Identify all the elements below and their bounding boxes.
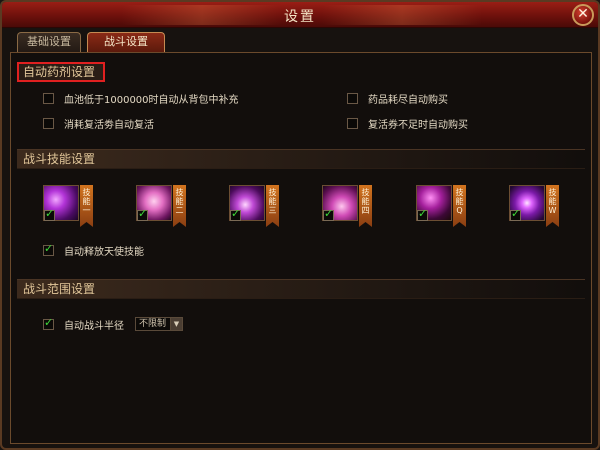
skill-slot-w-checkbox[interactable] xyxy=(510,207,521,221)
radius-select[interactable]: 不限制 ▼ xyxy=(135,317,183,331)
skill-slot-4-checkbox[interactable] xyxy=(323,207,334,221)
skill-slot-q-ribbon: 技能Q xyxy=(453,185,466,227)
auto-radius-label: 自动战斗半径 xyxy=(64,320,124,332)
skill-slot-2-checkbox[interactable] xyxy=(137,207,148,221)
skill-slot-3-ribbon: 技能三 xyxy=(266,185,279,227)
auto-revive-label: 消耗复活劵自动复活 xyxy=(64,119,154,131)
skill-slot-1[interactable]: 技能一 xyxy=(43,185,95,229)
skill-slot-1-checkbox[interactable] xyxy=(44,207,55,221)
checkbox-row-auto-revive[interactable]: 消耗复活劵自动复活 xyxy=(43,116,154,131)
skill-slot-2[interactable]: 技能二 xyxy=(136,185,188,229)
tab-combat-settings[interactable]: 战斗设置 xyxy=(87,32,165,52)
auto-refill-label: 血池低于1000000时自动从背包中补充 xyxy=(64,94,239,106)
skill-section-title: 战斗技能设置 xyxy=(17,149,585,169)
auto-revive-checkbox[interactable] xyxy=(43,117,54,129)
potion-section-title: 自动药剂设置 xyxy=(17,62,105,82)
skill-slot-q-checkbox[interactable] xyxy=(417,207,428,221)
checkbox-row-auto-buy-potion[interactable]: 药品耗尽自动购买 xyxy=(347,91,448,106)
auto-angel-label: 自动释放天使技能 xyxy=(64,246,144,258)
auto-buy-revive-checkbox[interactable] xyxy=(347,117,358,129)
close-icon[interactable]: ✕ xyxy=(572,4,594,26)
auto-buy-revive-label: 复活券不足时自动购买 xyxy=(368,119,468,131)
skill-slot-w-ribbon: 技能W xyxy=(546,185,559,227)
chevron-down-icon[interactable]: ▼ xyxy=(170,318,182,330)
checkbox-row-auto-refill[interactable]: 血池低于1000000时自动从背包中补充 xyxy=(43,91,239,106)
tab-basic-settings[interactable]: 基础设置 xyxy=(17,32,81,52)
skill-slot-3-checkbox[interactable] xyxy=(230,207,241,221)
checkbox-row-auto-radius[interactable]: 自动战斗半径 xyxy=(43,316,124,332)
combat-settings-panel: 自动药剂设置 血池低于1000000时自动从背包中补充 药品耗尽自动购买 消耗复… xyxy=(10,52,592,444)
auto-radius-checkbox[interactable] xyxy=(43,316,54,330)
radius-select-value: 不限制 xyxy=(139,319,167,329)
skill-slot-4-ribbon: 技能四 xyxy=(359,185,372,227)
window-title: 设置 xyxy=(284,9,316,25)
auto-angel-checkbox[interactable] xyxy=(43,242,54,256)
skill-slot-2-ribbon: 技能二 xyxy=(173,185,186,227)
skill-slot-3[interactable]: 技能三 xyxy=(229,185,281,229)
settings-window: 设置 ✕ 基础设置 战斗设置 自动药剂设置 血池低于1000000时自动从背包中… xyxy=(0,0,600,450)
auto-buy-potion-label: 药品耗尽自动购买 xyxy=(368,94,448,106)
skill-slot-4[interactable]: 技能四 xyxy=(322,185,374,229)
auto-buy-potion-checkbox[interactable] xyxy=(347,92,358,104)
title-bar: 设置 ✕ xyxy=(2,2,598,28)
auto-refill-checkbox[interactable] xyxy=(43,92,54,104)
skill-slot-w[interactable]: 技能W xyxy=(509,185,561,229)
skill-slot-q[interactable]: 技能Q xyxy=(416,185,468,229)
skill-slot-1-ribbon: 技能一 xyxy=(80,185,93,227)
checkbox-row-auto-buy-revive[interactable]: 复活券不足时自动购买 xyxy=(347,116,468,131)
range-section-title: 战斗范围设置 xyxy=(17,279,585,299)
checkbox-row-auto-angel[interactable]: 自动释放天使技能 xyxy=(43,242,144,258)
